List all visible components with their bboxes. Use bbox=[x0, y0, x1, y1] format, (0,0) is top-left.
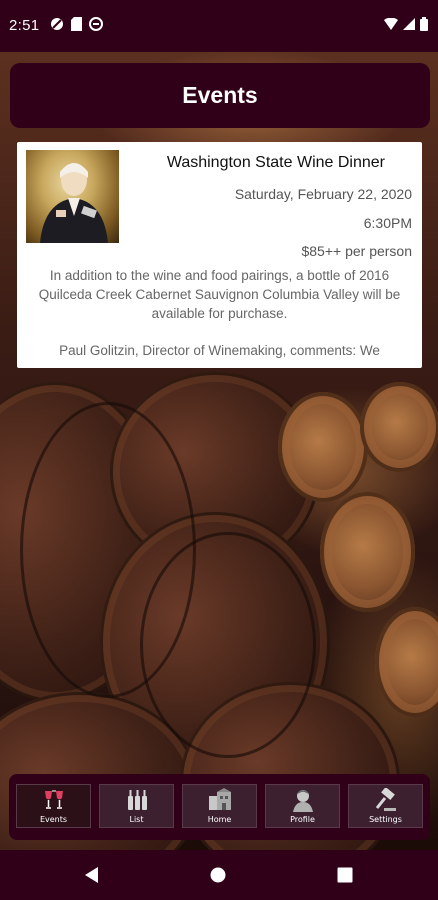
status-bar: 2:51 bbox=[0, 0, 438, 52]
nav-profile-button[interactable]: Profile bbox=[265, 784, 340, 828]
nav-list-label: List bbox=[129, 815, 144, 824]
winery-building-icon bbox=[208, 788, 231, 810]
sync-off-icon bbox=[51, 18, 63, 30]
nav-events-label: Events bbox=[39, 815, 68, 824]
event-price: $85++ per person bbox=[301, 243, 412, 259]
event-date: Saturday, February 22, 2020 bbox=[234, 186, 412, 202]
back-icon[interactable] bbox=[83, 866, 99, 884]
wifi-icon bbox=[384, 18, 398, 30]
notification-icons bbox=[50, 17, 103, 31]
nav-settings-label: Settings bbox=[369, 815, 402, 824]
event-title: Washington State Wine Dinner bbox=[166, 154, 385, 171]
wine-bottles-icon bbox=[127, 790, 147, 810]
page-title: Events bbox=[182, 82, 258, 108]
event-description-text: In addition to the wine and food pairing… bbox=[38, 268, 401, 321]
nav-profile-label: Profile bbox=[290, 815, 315, 824]
page-header: Events bbox=[10, 63, 430, 128]
nav-settings-button[interactable]: Settings bbox=[348, 784, 423, 828]
portrait-illustration bbox=[40, 163, 108, 243]
event-time: 6:30PM bbox=[363, 215, 412, 231]
sd-card-icon bbox=[71, 17, 82, 31]
system-navigation-bar bbox=[0, 850, 438, 900]
bottom-navigation: Events List Home Profile Settings bbox=[9, 774, 430, 840]
nav-home-label: Home bbox=[207, 815, 232, 824]
event-image bbox=[26, 150, 119, 243]
data-saver-icon bbox=[89, 17, 103, 31]
nav-list-button[interactable]: List bbox=[99, 784, 174, 828]
nav-events-button[interactable]: Events bbox=[16, 784, 91, 828]
recents-icon[interactable] bbox=[337, 867, 353, 883]
nav-home-button[interactable]: Home bbox=[182, 784, 257, 828]
system-icons bbox=[384, 17, 428, 31]
wine-glasses-icon bbox=[44, 790, 63, 809]
signal-icon bbox=[403, 18, 415, 30]
gavel-icon bbox=[375, 788, 396, 811]
battery-icon bbox=[420, 17, 428, 31]
person-icon bbox=[292, 790, 313, 812]
home-icon[interactable] bbox=[210, 867, 226, 883]
event-description: In addition to the wine and food pairing… bbox=[25, 266, 414, 360]
event-comment-text: Paul Golitzin, Director of Winemaking, c… bbox=[59, 343, 380, 358]
status-time: 2:51 bbox=[9, 17, 40, 34]
event-card[interactable]: Washington State Wine Dinner Saturday, F… bbox=[17, 142, 422, 368]
